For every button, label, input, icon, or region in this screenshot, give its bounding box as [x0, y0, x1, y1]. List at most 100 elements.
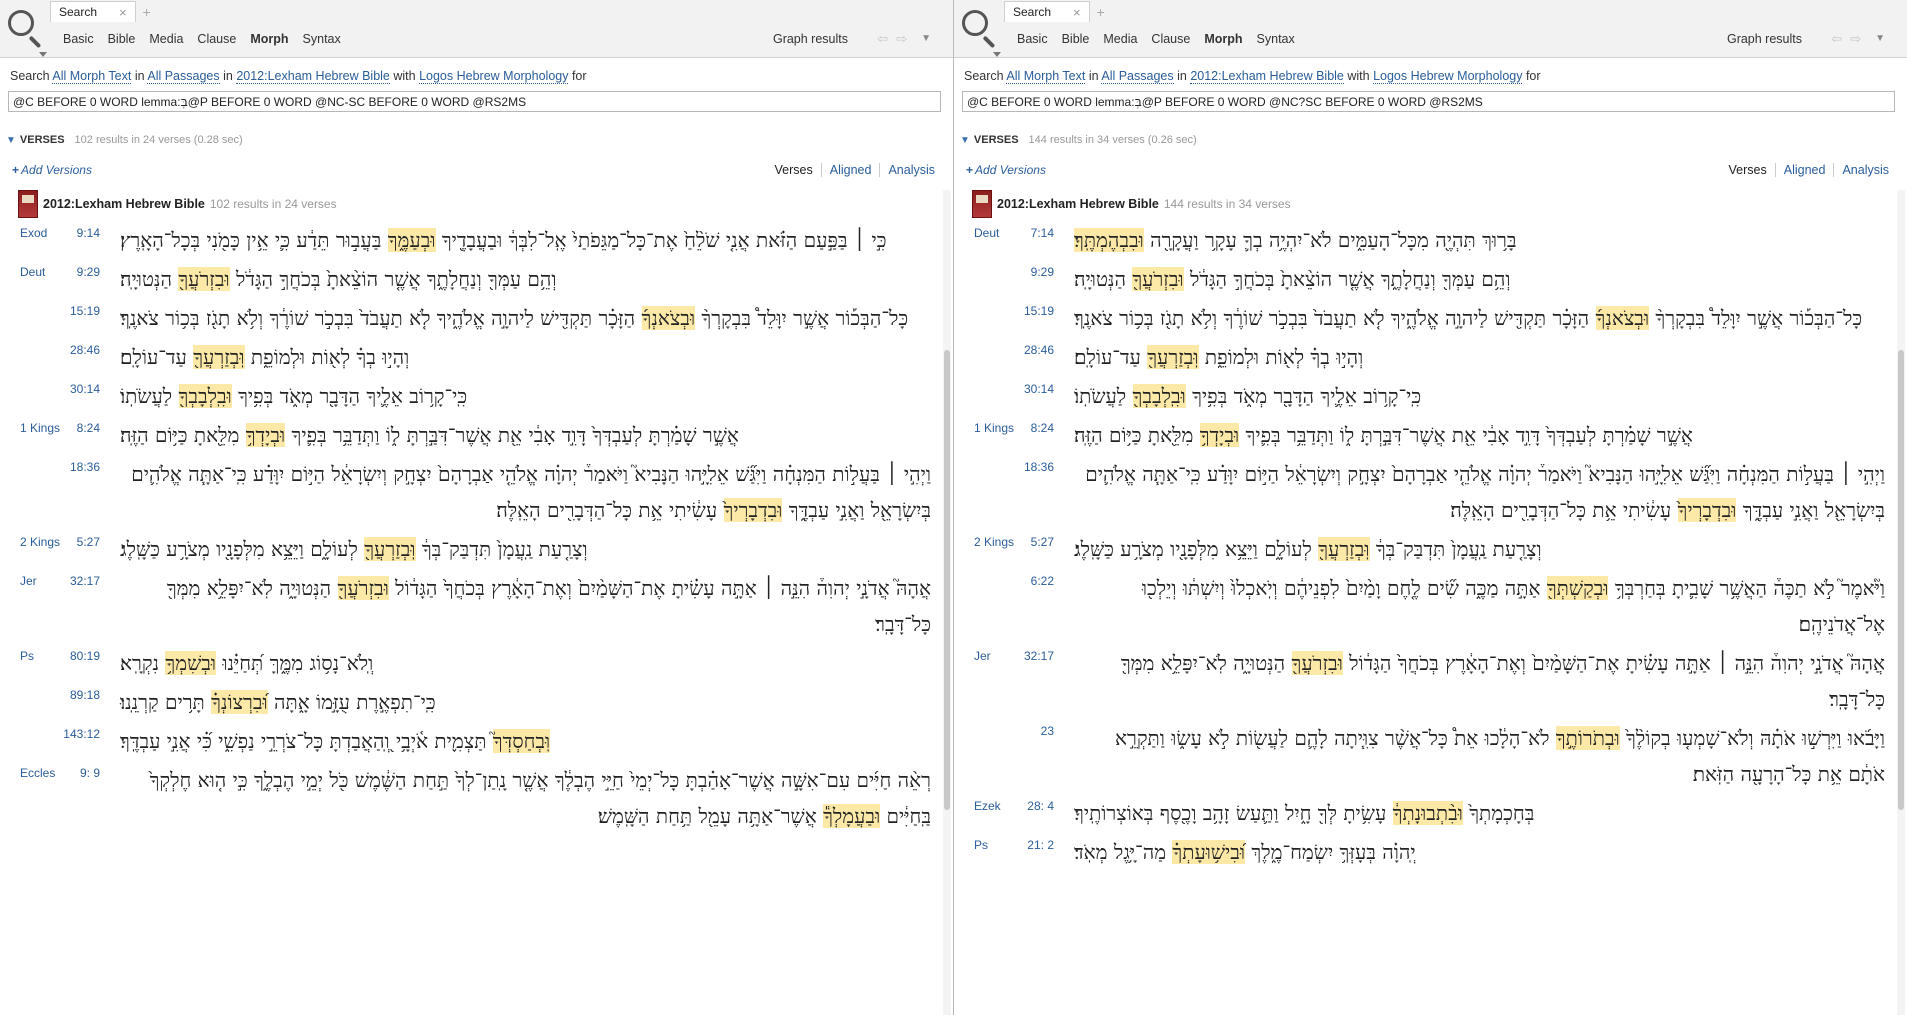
verse-chapter-verse-ref[interactable]: 28:46: [60, 343, 100, 357]
search-hit-highlight[interactable]: וּבִזְרֹעֲךָ֖: [178, 267, 230, 291]
back-arrow-icon[interactable]: ⇦: [1831, 31, 1842, 47]
search-hit-highlight[interactable]: וּבִזְרֹעֲךָ֖: [337, 576, 389, 600]
verse-chapter-verse-ref[interactable]: 18:36: [1014, 460, 1054, 474]
dropdown-caret-icon[interactable]: [39, 52, 47, 57]
mode-tab-syntax[interactable]: Syntax: [296, 32, 348, 46]
mode-tab-media[interactable]: Media: [1096, 32, 1144, 46]
mode-tab-bible[interactable]: Bible: [101, 32, 143, 46]
verse-chapter-verse-ref[interactable]: 8:24: [1014, 421, 1054, 435]
add-tab-icon[interactable]: +: [1090, 1, 1112, 22]
verse-chapter-verse-ref[interactable]: 28: 4: [1014, 799, 1054, 813]
verse-chapter-verse-ref[interactable]: 15:19: [1014, 304, 1054, 318]
search-hit-highlight[interactable]: וּבְתֹרוֹתֶ֣ךָ: [1555, 726, 1620, 750]
verse-chapter-verse-ref[interactable]: 9:29: [1014, 265, 1054, 279]
search-hit-highlight[interactable]: וּבִדְבָרְיךָ֙: [1677, 498, 1737, 522]
search-hit-highlight[interactable]: וּבְעַמֶּ֑ךָ: [387, 228, 436, 252]
mode-tab-basic[interactable]: Basic: [1010, 32, 1055, 46]
view-analysis-link[interactable]: Analysis: [879, 163, 943, 177]
mode-tab-bible[interactable]: Bible: [1055, 32, 1097, 46]
verse-chapter-verse-ref[interactable]: 30:14: [1014, 382, 1054, 396]
verses-section-header[interactable]: ▼ VERSES 102 results in 24 verses (0.28 se…: [6, 134, 243, 146]
resource-title[interactable]: 2012:Lexham Hebrew Bible: [43, 197, 205, 211]
verse-chapter-verse-ref[interactable]: 9: 9: [60, 766, 100, 780]
forward-arrow-icon[interactable]: ⇨: [896, 31, 907, 47]
scope-option-link[interactable]: 2012:Lexham Hebrew Bible: [236, 69, 390, 84]
verse-chapter-verse-ref[interactable]: 15:19: [60, 304, 100, 318]
search-hit-highlight[interactable]: וּֽבְזַרְעֲךָ֖: [1147, 345, 1199, 369]
collapse-triangle-icon[interactable]: ▼: [6, 135, 16, 146]
search-hit-highlight[interactable]: וּבְשִׁמְךָ֥: [165, 651, 216, 675]
search-hit-highlight[interactable]: וּֽבְזַרְעֲךָ֖: [1318, 537, 1370, 561]
verse-chapter-verse-ref[interactable]: 6:22: [1014, 574, 1054, 588]
close-icon[interactable]: ×: [119, 5, 127, 20]
verse-chapter-verse-ref[interactable]: 8:24: [60, 421, 100, 435]
search-icon[interactable]: [960, 8, 1001, 57]
verse-chapter-verse-ref[interactable]: 32:17: [60, 574, 100, 588]
add-versions-link[interactable]: + Add Versions: [966, 163, 1046, 177]
verse-chapter-verse-ref[interactable]: 5:27: [1014, 535, 1054, 549]
back-arrow-icon[interactable]: ⇦: [877, 31, 888, 47]
view-aligned-link[interactable]: Aligned: [820, 163, 880, 177]
verse-chapter-verse-ref[interactable]: 30:14: [60, 382, 100, 396]
scope-option-link[interactable]: Logos Hebrew Morphology: [419, 69, 569, 84]
mode-tab-basic[interactable]: Basic: [56, 32, 101, 46]
search-icon[interactable]: [6, 8, 47, 57]
verse-chapter-verse-ref[interactable]: 21: 2: [1014, 838, 1054, 852]
chevron-down-icon[interactable]: ▼: [921, 33, 931, 47]
search-hit-highlight[interactable]: וּבְקַשְׁתְּךָ֖: [1546, 576, 1609, 600]
verse-chapter-verse-ref[interactable]: 143:12: [60, 727, 100, 741]
results-scrollbar[interactable]: [1897, 190, 1905, 1015]
chevron-down-icon[interactable]: ▼: [1875, 33, 1885, 47]
search-query-input[interactable]: [8, 91, 941, 112]
view-aligned-link[interactable]: Aligned: [1774, 163, 1834, 177]
search-hit-highlight[interactable]: וּֽבְחַסְדְּךָ֮: [492, 729, 551, 753]
search-hit-highlight[interactable]: וּבִֽלְבָבְךָ֖: [178, 384, 232, 408]
add-tab-icon[interactable]: +: [136, 1, 158, 22]
verse-chapter-verse-ref[interactable]: 32:17: [1014, 649, 1054, 663]
verse-chapter-verse-ref[interactable]: 80:19: [60, 649, 100, 663]
verse-chapter-verse-ref[interactable]: 23: [1014, 724, 1054, 738]
scope-option-link[interactable]: All Passages: [1101, 69, 1174, 84]
scope-option-link[interactable]: All Passages: [147, 69, 220, 84]
search-hit-highlight[interactable]: וּבִבְהֶמְתֶּֽךָ׃: [1074, 228, 1144, 252]
resource-title[interactable]: 2012:Lexham Hebrew Bible: [997, 197, 1159, 211]
verse-chapter-verse-ref[interactable]: 18:36: [60, 460, 100, 474]
verse-chapter-verse-ref[interactable]: 9:29: [60, 265, 100, 279]
search-query-input[interactable]: [962, 91, 1895, 112]
search-hit-highlight[interactable]: וּֽבְזַרְעֲךָ֖: [364, 537, 416, 561]
collapse-triangle-icon[interactable]: ▼: [960, 135, 970, 146]
mode-tab-morph[interactable]: Morph: [243, 32, 295, 46]
view-analysis-link[interactable]: Analysis: [1833, 163, 1897, 177]
dropdown-caret-icon[interactable]: [993, 52, 1001, 57]
add-versions-link[interactable]: + Add Versions: [12, 163, 92, 177]
scrollbar-thumb[interactable]: [1898, 350, 1904, 810]
view-verses-link[interactable]: Verses: [767, 163, 821, 177]
graph-results-button[interactable]: Graph results: [1727, 32, 1802, 46]
search-hit-highlight[interactable]: וּבִדְבָרְיךָ֙: [723, 498, 783, 522]
scope-option-link[interactable]: All Morph Text: [1006, 69, 1086, 84]
search-hit-highlight[interactable]: וּבִזְרֹעֲךָ֖: [1291, 651, 1343, 675]
search-hit-highlight[interactable]: וּבִ֨תְבוּנָתְךָ֔: [1392, 801, 1463, 825]
view-verses-link[interactable]: Verses: [1721, 163, 1775, 177]
verse-chapter-verse-ref[interactable]: 7:14: [1014, 226, 1054, 240]
verse-chapter-verse-ref[interactable]: 28:46: [1014, 343, 1054, 357]
scope-option-link[interactable]: 2012:Lexham Hebrew Bible: [1190, 69, 1344, 84]
search-hit-highlight[interactable]: וּבִזְרֹעֲךָ֖: [1132, 267, 1184, 291]
scope-option-link[interactable]: Logos Hebrew Morphology: [1373, 69, 1523, 84]
search-hit-highlight[interactable]: וּבַעֲמָלְךָ֕: [823, 804, 881, 828]
verse-chapter-verse-ref[interactable]: 89:18: [60, 688, 100, 702]
mode-tab-morph[interactable]: Morph: [1197, 32, 1249, 46]
verses-section-header[interactable]: ▼ VERSES 144 results in 34 verses (0.26 se…: [960, 134, 1197, 146]
search-hit-highlight[interactable]: וּבְיָדְךָ֥: [245, 423, 286, 447]
scope-option-link[interactable]: All Morph Text: [52, 69, 132, 84]
search-hit-highlight[interactable]: וּֽבְזַרְעֲךָ֖: [193, 345, 245, 369]
scrollbar-thumb[interactable]: [944, 350, 950, 810]
search-hit-highlight[interactable]: וּ֝בִרְצוֹנְךָ֗: [211, 690, 268, 714]
search-hit-highlight[interactable]: וּ֝בִישׁ֥וּעָתְךָ֗: [1172, 840, 1246, 864]
close-icon[interactable]: ×: [1073, 5, 1081, 20]
search-hit-highlight[interactable]: וּבְיָדְךָ֥: [1199, 423, 1240, 447]
tab-search[interactable]: Search ×: [1004, 1, 1090, 22]
graph-results-button[interactable]: Graph results: [773, 32, 848, 46]
verse-chapter-verse-ref[interactable]: 5:27: [60, 535, 100, 549]
tab-search[interactable]: Search ×: [50, 1, 136, 22]
